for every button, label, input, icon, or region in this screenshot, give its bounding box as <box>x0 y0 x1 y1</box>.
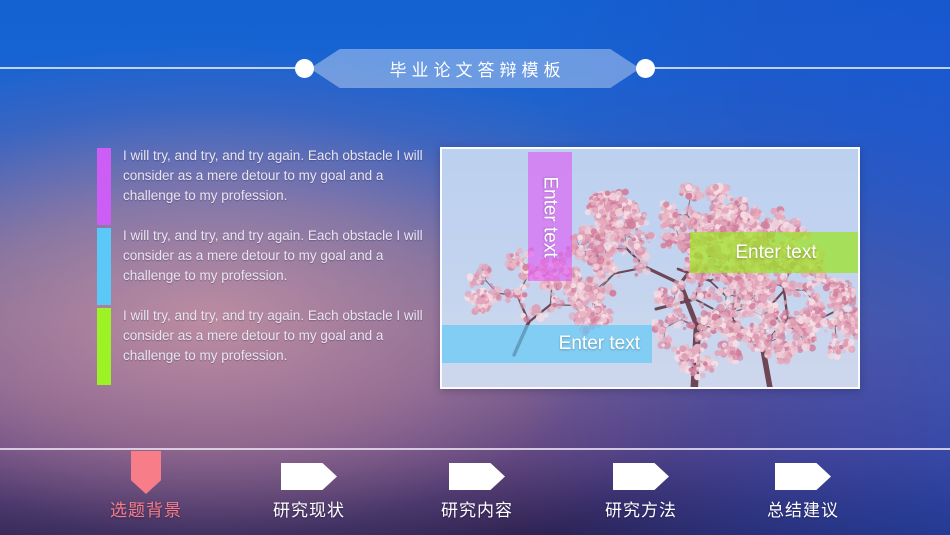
nav-arrow <box>239 450 379 492</box>
accent-bar <box>97 148 111 225</box>
picture-frame[interactable]: Enter text Enter text Enter text <box>440 147 860 389</box>
arrow-right-icon <box>775 463 831 490</box>
title-banner: 毕业论文答辩模板 <box>310 49 640 88</box>
nav-item-label: 研究内容 <box>441 501 513 520</box>
page-title: 毕业论文答辩模板 <box>389 61 566 80</box>
nav-item-label: 选题背景 <box>110 501 182 520</box>
slide-header: 毕业论文答辩模板 <box>0 0 950 140</box>
slide-canvas: 毕业论文答辩模板 I will try, and try, and try ag… <box>0 0 950 535</box>
arrow-right-icon <box>281 463 337 490</box>
text-block[interactable]: I will try, and try, and try again. Each… <box>97 228 442 307</box>
nav-item-label: 总结建议 <box>767 501 839 520</box>
section-nav: 选题背景 研究现状 研究内容 研究方法 总结建议 <box>0 450 950 535</box>
nav-item-research-status[interactable]: 研究现状 <box>239 450 379 521</box>
nav-item-label: 研究方法 <box>605 501 677 520</box>
nav-arrow <box>571 450 711 492</box>
accent-bar <box>97 228 111 305</box>
nav-arrow <box>76 450 216 494</box>
overlay-text: Enter text <box>735 241 817 263</box>
nav-item-research-method[interactable]: 研究方法 <box>571 450 711 521</box>
overlay-label-magenta[interactable]: Enter text <box>528 152 572 281</box>
text-block[interactable]: I will try, and try, and try again. Each… <box>97 148 442 227</box>
text-block-list: I will try, and try, and try again. Each… <box>97 148 442 388</box>
text-block[interactable]: I will try, and try, and try again. Each… <box>97 308 442 387</box>
overlay-label-blue[interactable]: Enter text <box>442 325 652 363</box>
nav-item-label: 研究现状 <box>273 501 345 520</box>
arrow-right-icon <box>449 463 505 490</box>
text-block-body: I will try, and try, and try again. Each… <box>123 308 423 363</box>
header-rule-right <box>642 67 950 69</box>
overlay-label-green[interactable]: Enter text <box>690 232 858 273</box>
arrow-down-icon <box>131 451 161 494</box>
nav-item-research-content[interactable]: 研究内容 <box>407 450 547 521</box>
nav-item-topic-background[interactable]: 选题背景 <box>76 450 216 521</box>
nav-arrow <box>407 450 547 492</box>
overlay-text: Enter text <box>558 333 640 354</box>
nav-arrow <box>733 450 873 492</box>
nav-item-summary-suggestion[interactable]: 总结建议 <box>733 450 873 521</box>
header-rule-left <box>0 67 308 69</box>
accent-bar <box>97 308 111 385</box>
text-block-body: I will try, and try, and try again. Each… <box>123 148 423 203</box>
overlay-text: Enter text <box>540 175 562 258</box>
arrow-right-icon <box>613 463 669 490</box>
text-block-body: I will try, and try, and try again. Each… <box>123 228 423 283</box>
